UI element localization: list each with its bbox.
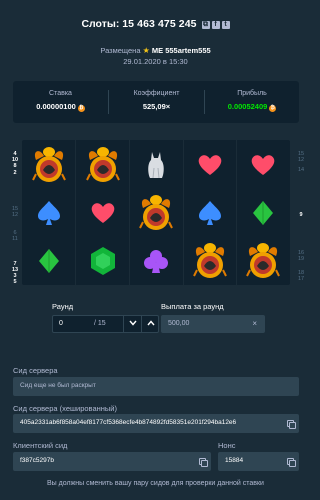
stat-bet: Ставка 0.00000100 ₿ bbox=[13, 81, 108, 123]
copy-icon[interactable] bbox=[193, 452, 211, 471]
spade-symbol-icon bbox=[184, 189, 236, 236]
chevron-up-icon[interactable] bbox=[141, 316, 159, 332]
hashed-seed-label: Сид сервера (хешированный) bbox=[13, 404, 117, 413]
placed-label: Размещена bbox=[100, 46, 141, 55]
scarab-symbol-icon bbox=[237, 237, 289, 284]
stat-bet-value: 0.00000100 ₿ bbox=[36, 102, 85, 112]
facebook-icon[interactable]: f bbox=[211, 21, 220, 29]
club-symbol-icon bbox=[130, 237, 182, 284]
nonce-value: 15884 bbox=[225, 457, 244, 464]
spade-symbol-icon bbox=[23, 189, 75, 236]
payline-number: 17 bbox=[297, 276, 305, 283]
copy-icon[interactable]: ⧉ bbox=[201, 21, 210, 29]
round-total: / 15 bbox=[94, 320, 106, 327]
stat-multiplier-value: 525,09× bbox=[142, 102, 171, 111]
scarab-symbol-icon bbox=[23, 141, 75, 188]
server-seed-placeholder: Сид еще не был раскрыт bbox=[20, 382, 96, 389]
placed-by: Размещена ★ ME 555artem555 bbox=[0, 46, 311, 55]
payout-value: 500,00 bbox=[168, 320, 190, 327]
stats-panel: Ставка 0.00000100 ₿ Коэффициент 525,09× П… bbox=[13, 81, 299, 123]
reseed-note: Вы должны сменить вашу пару сидов для пр… bbox=[47, 480, 264, 487]
diamond-symbol-icon bbox=[23, 237, 75, 284]
me-badge: ME bbox=[151, 46, 164, 55]
heart-symbol-icon bbox=[184, 141, 236, 188]
round-stepper[interactable]: 0 / 15 bbox=[52, 315, 159, 333]
copy-icon[interactable] bbox=[281, 452, 299, 471]
nonce-label: Нонс bbox=[218, 441, 236, 450]
scarab-symbol-icon bbox=[130, 189, 182, 236]
emerald-symbol-icon bbox=[77, 237, 129, 284]
heart-symbol-icon bbox=[237, 141, 289, 188]
round-input[interactable]: 0 bbox=[59, 320, 63, 327]
scarab-symbol-icon bbox=[184, 237, 236, 284]
paylines-right: 15 12 14 9 16 19 18 17 bbox=[296, 151, 306, 283]
stat-profit-value: 0.00052409 ₿ bbox=[227, 102, 277, 112]
chevron-down-icon[interactable] bbox=[123, 316, 141, 332]
hashed-seed-field: 405a2331ab6f858a04ef8177cf5368ecfe4b8748… bbox=[13, 414, 299, 433]
bitcoin-icon: ₿ bbox=[269, 105, 277, 112]
cat-symbol-icon bbox=[130, 141, 182, 188]
close-icon: × bbox=[252, 319, 257, 328]
server-seed-field: Сид еще не был раскрыт bbox=[13, 377, 299, 396]
nonce-field: 15884 bbox=[218, 452, 299, 471]
payout-label: Выплата за раунд bbox=[161, 302, 224, 311]
stat-profit: Прибыль 0.00052409 ₿ bbox=[205, 81, 299, 123]
client-seed-field: f387c5297b bbox=[13, 452, 211, 471]
hashed-seed-value: 405a2331ab6f858a04ef8177cf5368ecfe4b8748… bbox=[20, 419, 237, 426]
copy-icon[interactable] bbox=[281, 414, 299, 433]
twitter-icon[interactable]: t bbox=[221, 21, 230, 29]
client-seed-label: Клиентский сид bbox=[13, 441, 68, 450]
round-label: Раунд bbox=[52, 302, 74, 311]
paylines-left: 4 10 8 2 15 12 6 11 7 13 3 5 bbox=[10, 151, 20, 285]
bet-title-prefix: Слоты: bbox=[81, 18, 120, 30]
bet-id: 15 463 475 245 bbox=[122, 18, 197, 30]
payline-number: 5 bbox=[13, 279, 17, 286]
slot-reels bbox=[22, 140, 290, 285]
bet-title: Слоты: 15 463 475 245 ⧉ f t bbox=[0, 18, 311, 30]
stat-multiplier-label: Коэффициент bbox=[133, 90, 180, 97]
payout-field: 500,00 × bbox=[161, 315, 265, 333]
server-seed-label: Сид сервера bbox=[13, 366, 58, 375]
star-icon: ★ bbox=[142, 46, 150, 55]
heart-symbol-icon bbox=[77, 189, 129, 236]
bet-date: 29.01.2020 в 15:30 bbox=[123, 57, 188, 66]
username-link[interactable]: 555artem555 bbox=[165, 46, 210, 55]
diamond-symbol-icon bbox=[237, 189, 289, 236]
stat-profit-label: Прибыль bbox=[237, 90, 267, 97]
client-seed-value: f387c5297b bbox=[20, 457, 54, 464]
stat-multiplier: Коэффициент 525,09× bbox=[109, 81, 204, 123]
scarab-symbol-icon bbox=[77, 141, 129, 188]
reel-divider bbox=[75, 140, 76, 285]
stat-bet-label: Ставка bbox=[49, 90, 72, 97]
bitcoin-icon: ₿ bbox=[77, 105, 85, 112]
